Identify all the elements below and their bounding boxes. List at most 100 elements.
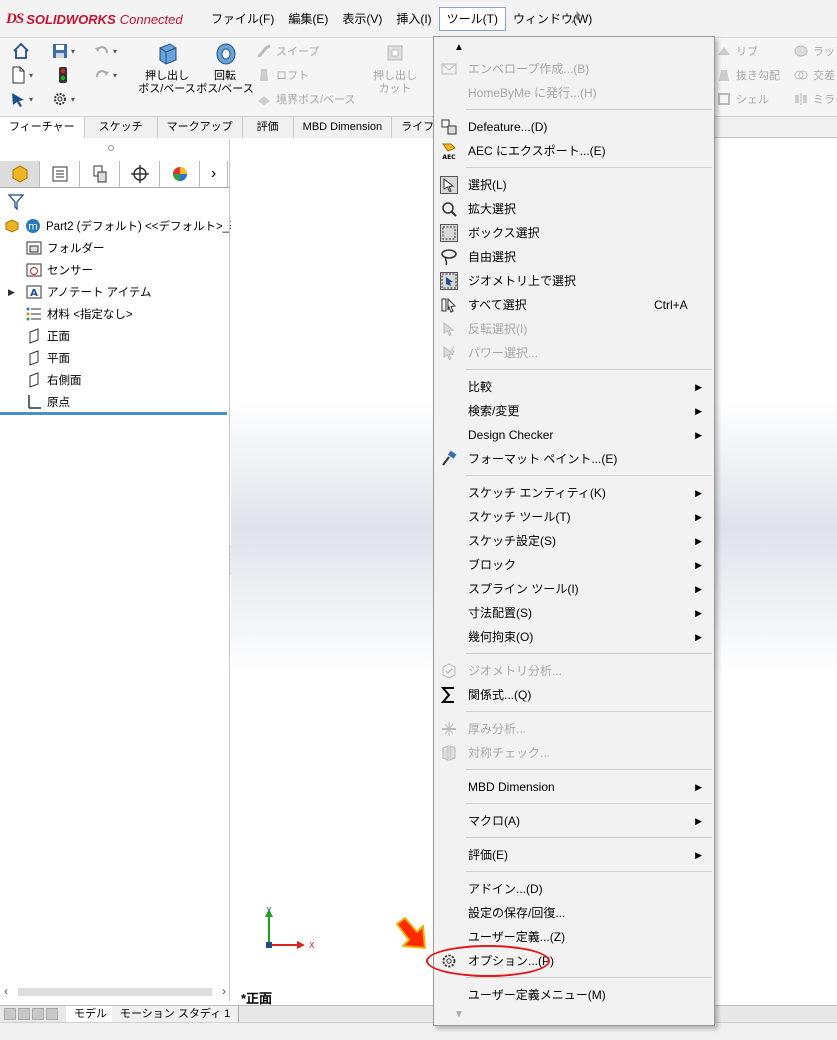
menu-item-envelope[interactable]: エンベロープ作成...(B): [434, 57, 714, 81]
menu-item-add-ins[interactable]: アドイン...(D): [434, 877, 714, 901]
filter-icon[interactable]: [7, 193, 25, 211]
tree-item-front-plane[interactable]: 正面: [0, 325, 230, 347]
menu-item-thickness-analysis[interactable]: 厚み分析...: [434, 717, 714, 741]
menu-file[interactable]: ファイル(F): [204, 7, 281, 31]
menu-item-sketch-tools[interactable]: スケッチ ツール(T) ▶: [434, 505, 714, 529]
intersect-button[interactable]: 交差: [793, 64, 835, 86]
tree-item-folder[interactable]: フォルダー: [0, 237, 230, 259]
tab-markup[interactable]: マークアップ: [157, 117, 243, 138]
extrude-cut-button[interactable]: 押し出し カット: [364, 40, 426, 112]
tree-item-right-plane[interactable]: 右側面: [0, 369, 230, 391]
menu-item-box-select[interactable]: ボックス選択: [434, 221, 714, 245]
menu-item-evaluate[interactable]: 評価(E) ▶: [434, 843, 714, 867]
tree-item-annotations[interactable]: ▶ A アノテート アイテム: [0, 281, 230, 303]
property-manager-tab-icon[interactable]: [40, 161, 80, 187]
display-manager-tab-icon[interactable]: [160, 161, 200, 187]
menu-item-symmetry-check[interactable]: 対称チェック...: [434, 741, 714, 765]
boundary-boss-button[interactable]: 境界ボス/ベース: [256, 88, 356, 110]
tab-sketch[interactable]: スケッチ: [84, 117, 158, 138]
loft-button[interactable]: ロフト: [256, 64, 309, 86]
tree-item-material[interactable]: 材料 <指定なし>: [0, 303, 230, 325]
menu-item-defeature[interactable]: Defeature...(D): [434, 115, 714, 139]
pin-icon[interactable]: [571, 10, 585, 26]
solidworks-logo[interactable]: DS SOLIDWORKS Connected: [6, 8, 183, 30]
menu-insert[interactable]: 挿入(I): [389, 7, 438, 31]
submenu-arrow-icon: ▶: [695, 488, 702, 498]
svg-text:A: A: [30, 288, 38, 299]
tree-item-origin[interactable]: 原点: [0, 391, 230, 413]
undo-icon[interactable]: ▾: [92, 40, 118, 62]
menu-item-select-over-geometry[interactable]: ジオメトリ上で選択: [434, 269, 714, 293]
menu-item-equations[interactable]: 関係式...(Q): [434, 683, 714, 707]
select-arrow-icon[interactable]: ▾: [8, 88, 34, 110]
menu-view[interactable]: 表示(V): [335, 7, 389, 31]
nav-next-icon[interactable]: [32, 1008, 44, 1020]
chevron-right-icon[interactable]: ›: [200, 161, 228, 187]
home-icon[interactable]: [8, 40, 34, 62]
extrude-boss-button[interactable]: 押し出し ボス/ベース: [136, 40, 198, 112]
tree-item-sensors[interactable]: センサー: [0, 259, 230, 281]
new-document-icon[interactable]: ▾: [8, 64, 34, 86]
traffic-light-icon[interactable]: [50, 64, 76, 86]
menu-item-power-select[interactable]: パワー選択...: [434, 341, 714, 365]
menu-item-save-restore-settings[interactable]: 設定の保存/回復...: [434, 901, 714, 925]
menu-item-find-modify[interactable]: 検索/変更 ▶: [434, 399, 714, 423]
configuration-manager-tab-icon[interactable]: [80, 161, 120, 187]
menu-window[interactable]: ウィンドウ(W): [506, 7, 599, 31]
menu-item-sketch-entities[interactable]: スケッチ エンティティ(K) ▶: [434, 481, 714, 505]
horizontal-scrollbar[interactable]: ‹ ›: [0, 984, 230, 999]
menu-item-customize-menu[interactable]: ユーザー定義メニュー(M): [434, 983, 714, 1007]
redo-icon[interactable]: ▾: [92, 64, 118, 86]
menu-item-blocks[interactable]: ブロック ▶: [434, 553, 714, 577]
scroll-left-icon[interactable]: ‹: [4, 984, 8, 998]
menu-scroll-up-icon[interactable]: ▲: [434, 39, 714, 57]
menu-item-spline-tools[interactable]: スプライン ツール(I) ▶: [434, 577, 714, 601]
save-icon[interactable]: ▾: [50, 40, 76, 62]
menu-item-relations[interactable]: 幾何拘束(O) ▶: [434, 625, 714, 649]
feature-manager-tab-icon[interactable]: [0, 161, 40, 187]
expand-arrow-icon[interactable]: ▶: [8, 287, 15, 298]
tree-item-top-plane[interactable]: 平面: [0, 347, 230, 369]
nav-prev-icon[interactable]: [18, 1008, 30, 1020]
dimxpert-manager-tab-icon[interactable]: [120, 161, 160, 187]
rib-button[interactable]: リブ: [716, 40, 758, 62]
menu-item-compare[interactable]: 比較 ▶: [434, 375, 714, 399]
tab-evaluate[interactable]: 評価: [242, 117, 294, 138]
menu-item-label: 評価(E): [468, 848, 508, 862]
menu-item-macro[interactable]: マクロ(A) ▶: [434, 809, 714, 833]
menu-item-mbd-dimension[interactable]: MBD Dimension ▶: [434, 775, 714, 799]
draft-button[interactable]: 抜き勾配: [716, 64, 780, 86]
options-gear-icon[interactable]: ▾: [50, 88, 76, 110]
menu-item-sketch-settings[interactable]: スケッチ設定(S) ▶: [434, 529, 714, 553]
menu-item-select-all[interactable]: すべて選択 Ctrl+A: [434, 293, 714, 317]
tab-mbd-dimension[interactable]: MBD Dimension: [293, 117, 393, 138]
menu-item-geometry-analysis[interactable]: ジオメトリ分析...: [434, 659, 714, 683]
wrap-icon: [794, 45, 808, 57]
tab-features[interactable]: フィーチャー: [0, 117, 85, 138]
tab-motion-study[interactable]: モーション スタディ 1: [112, 1006, 240, 1023]
mirror-button[interactable]: ミラー: [793, 88, 837, 110]
menu-edit[interactable]: 編集(E): [281, 7, 335, 31]
sweep-button[interactable]: スイープ: [256, 40, 319, 62]
menu-item-magnified-select[interactable]: 拡大選択: [434, 197, 714, 221]
menu-tools[interactable]: ツール(T): [438, 7, 506, 31]
scroll-thumb[interactable]: [18, 988, 212, 996]
nav-first-icon[interactable]: [4, 1008, 16, 1020]
menu-scroll-down-icon[interactable]: ▼: [434, 1007, 714, 1023]
tab-model[interactable]: モデル: [66, 1006, 116, 1023]
shell-button[interactable]: シェル: [716, 88, 769, 110]
nav-last-icon[interactable]: [46, 1008, 58, 1020]
panel-grip[interactable]: [108, 145, 114, 151]
revolve-boss-button[interactable]: 回転 ボス/ベース: [194, 40, 256, 112]
menu-item-select[interactable]: 選択(L): [434, 173, 714, 197]
menu-item-aec-export[interactable]: AEC AEC にエクスポート...(E): [434, 139, 714, 163]
scroll-right-icon[interactable]: ›: [222, 984, 226, 998]
tree-item-part[interactable]: m Part2 (デフォルト) <<デフォルト>_表示状: [0, 215, 264, 237]
menu-item-format-painter[interactable]: フォーマット ペイント...(E): [434, 447, 714, 471]
menu-item-homebyme[interactable]: HomeByMe に発行...(H): [434, 81, 714, 105]
menu-item-lasso-select[interactable]: 自由選択: [434, 245, 714, 269]
menu-item-design-checker[interactable]: Design Checker ▶: [434, 423, 714, 447]
menu-item-dimensions[interactable]: 寸法配置(S) ▶: [434, 601, 714, 625]
wrap-button[interactable]: ラップ: [793, 40, 837, 62]
menu-item-invert-selection[interactable]: 反転選択(I): [434, 317, 714, 341]
